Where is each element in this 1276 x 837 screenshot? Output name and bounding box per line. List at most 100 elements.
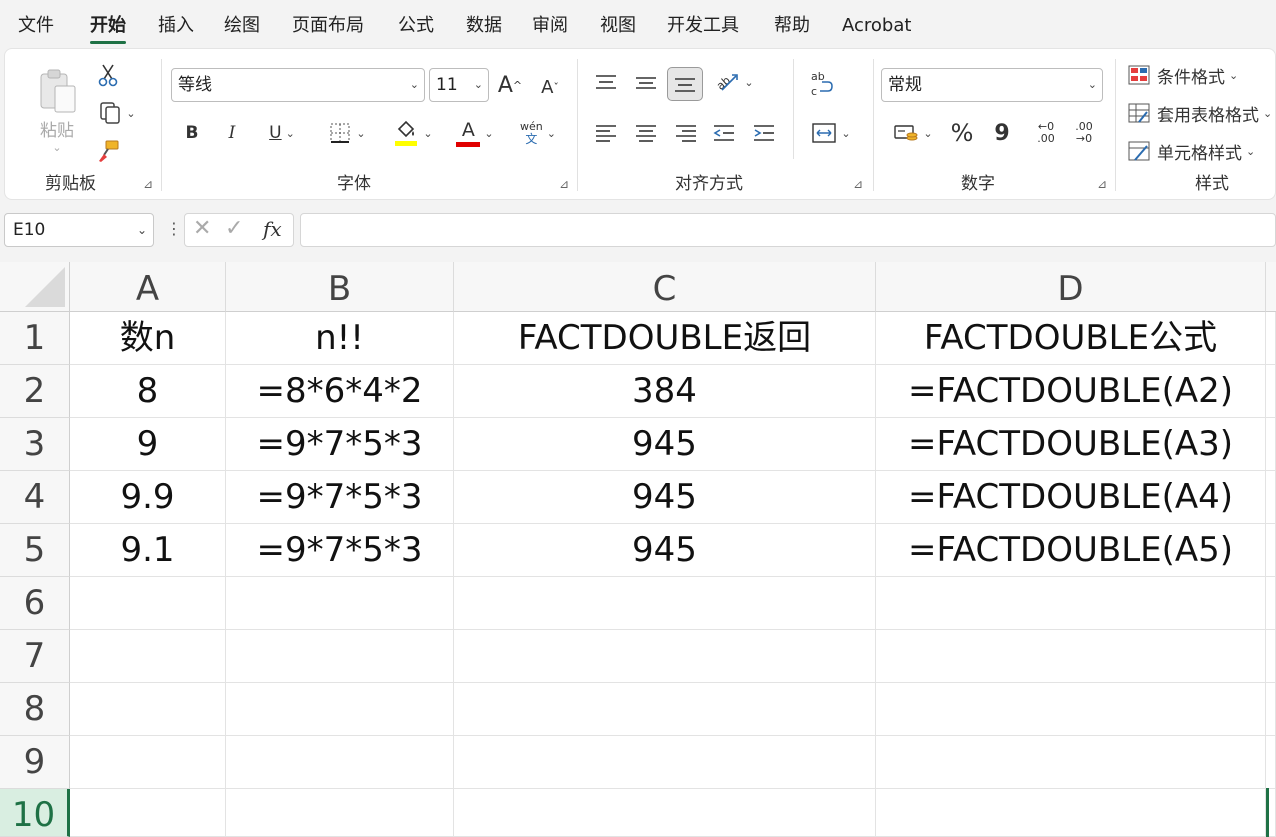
column-header-b[interactable]: B (226, 262, 454, 312)
cell-c5[interactable]: 945 (454, 524, 876, 577)
cell-styles-button[interactable]: 单元格样式 ⌄ (1127, 137, 1273, 165)
name-box[interactable]: E10 ⌄ (4, 213, 154, 247)
wrap-text-button[interactable]: ab c (803, 65, 839, 103)
cell-d1[interactable]: FACTDOUBLE公式 (876, 312, 1266, 365)
format-as-table-button[interactable]: 套用表格格式 ⌄ (1127, 99, 1276, 127)
formula-input[interactable] (300, 213, 1276, 247)
cell-a4[interactable]: 9.9 (70, 471, 226, 524)
italic-button[interactable]: I (217, 117, 247, 149)
column-header-d[interactable]: D (876, 262, 1266, 312)
decrease-indent-button[interactable] (709, 117, 739, 149)
row-header-10[interactable]: 10 (0, 789, 70, 837)
dialog-launcher-icon[interactable]: ⊿ (557, 177, 571, 191)
tab-draw[interactable]: 绘图 (224, 13, 260, 39)
tab-formulas[interactable]: 公式 (398, 13, 434, 39)
comma-style-button[interactable]: 9 (987, 117, 1017, 149)
row-header-7[interactable]: 7 (0, 630, 70, 683)
tab-insert[interactable]: 插入 (158, 13, 194, 39)
cell-c8[interactable] (454, 683, 876, 736)
cell-b8[interactable] (226, 683, 454, 736)
cell-e3[interactable] (1266, 418, 1276, 471)
confirm-icon[interactable]: ✓ (225, 216, 243, 241)
bold-button[interactable]: B (177, 117, 207, 149)
cell-b2[interactable]: =8*6*4*2 (226, 365, 454, 418)
cut-button[interactable] (93, 61, 123, 89)
tab-data[interactable]: 数据 (466, 13, 502, 39)
borders-button[interactable]: ⌄ (319, 117, 375, 149)
cell-e2[interactable] (1266, 365, 1276, 418)
row-header-3[interactable]: 3 (0, 418, 70, 471)
increase-font-button[interactable]: A ^ (495, 69, 525, 101)
orientation-button[interactable]: ab ⌄ (709, 65, 759, 99)
align-top-button[interactable] (591, 67, 621, 99)
number-format-select[interactable]: 常规 ⌄ (881, 68, 1103, 102)
row-header-9[interactable]: 9 (0, 736, 70, 789)
cell-b5[interactable]: =9*7*5*3 (226, 524, 454, 577)
font-size-select[interactable]: 11 ⌄ (429, 68, 489, 102)
conditional-formatting-button[interactable]: 条件格式 ⌄ (1127, 61, 1273, 89)
align-middle-button[interactable] (631, 67, 661, 99)
cell-e4[interactable] (1266, 471, 1276, 524)
column-header-a[interactable]: A (70, 262, 226, 312)
cancel-icon[interactable]: ✕ (193, 216, 211, 241)
cell-a8[interactable] (70, 683, 226, 736)
phonetic-guide-button[interactable]: wén 文 ⌄ (511, 115, 565, 151)
cell-d9[interactable] (876, 736, 1266, 789)
cell-e1[interactable] (1266, 312, 1276, 365)
cell-b9[interactable] (226, 736, 454, 789)
copy-button[interactable]: ⌄ (91, 99, 143, 127)
column-header-e[interactable] (1266, 262, 1276, 312)
align-right-button[interactable] (671, 117, 701, 149)
cell-d6[interactable] (876, 577, 1266, 630)
cell-b1[interactable]: n!! (226, 312, 454, 365)
increase-decimal-button[interactable]: ←0 .00 (1029, 115, 1063, 151)
tab-page-layout[interactable]: 页面布局 (292, 13, 364, 39)
cell-c7[interactable] (454, 630, 876, 683)
tab-acrobat[interactable]: Acrobat (842, 13, 911, 39)
cell-a10[interactable] (70, 789, 226, 837)
cell-e6[interactable] (1266, 577, 1276, 630)
align-bottom-button[interactable] (667, 67, 703, 101)
dialog-launcher-icon[interactable]: ⊿ (851, 177, 865, 191)
tab-home[interactable]: 开始 (90, 13, 126, 44)
fill-color-button[interactable]: ⌄ (385, 115, 441, 151)
cell-a1[interactable]: 数n (70, 312, 226, 365)
dialog-launcher-icon[interactable]: ⊿ (1095, 177, 1109, 191)
cell-c4[interactable]: 945 (454, 471, 876, 524)
percent-style-button[interactable]: % (947, 117, 977, 149)
cell-d3[interactable]: =FACTDOUBLE(A3) (876, 418, 1266, 471)
cell-e8[interactable] (1266, 683, 1276, 736)
tab-help[interactable]: 帮助 (774, 13, 810, 39)
insert-function-button[interactable]: fx (263, 217, 282, 241)
cell-a7[interactable] (70, 630, 226, 683)
cell-a5[interactable]: 9.1 (70, 524, 226, 577)
cell-a6[interactable] (70, 577, 226, 630)
row-header-8[interactable]: 8 (0, 683, 70, 736)
dialog-launcher-icon[interactable]: ⊿ (141, 177, 155, 191)
cell-c1[interactable]: FACTDOUBLE返回 (454, 312, 876, 365)
cell-c2[interactable]: 384 (454, 365, 876, 418)
cell-d10[interactable] (876, 789, 1266, 837)
underline-button[interactable]: U ⌄ (255, 117, 309, 149)
row-header-6[interactable]: 6 (0, 577, 70, 630)
merge-center-button[interactable]: ⌄ (803, 117, 859, 149)
cell-c6[interactable] (454, 577, 876, 630)
cell-c10[interactable] (454, 789, 876, 837)
font-name-select[interactable]: 等线 ⌄ (171, 68, 425, 102)
cell-c9[interactable] (454, 736, 876, 789)
row-header-1[interactable]: 1 (0, 312, 70, 365)
row-header-2[interactable]: 2 (0, 365, 70, 418)
paste-button[interactable]: 粘贴 ⌄ (29, 61, 85, 161)
decrease-font-button[interactable]: Aˇ (535, 71, 565, 103)
font-color-button[interactable]: A ⌄ (447, 115, 503, 151)
cell-b6[interactable] (226, 577, 454, 630)
cell-a9[interactable] (70, 736, 226, 789)
tab-developer[interactable]: 开发工具 (667, 13, 739, 39)
select-all-button[interactable] (0, 262, 70, 312)
cell-a3[interactable]: 9 (70, 418, 226, 471)
cell-b3[interactable]: =9*7*5*3 (226, 418, 454, 471)
cell-b7[interactable] (226, 630, 454, 683)
cell-b10[interactable] (226, 789, 454, 837)
increase-indent-button[interactable] (749, 117, 779, 149)
tab-file[interactable]: 文件 (18, 13, 54, 39)
